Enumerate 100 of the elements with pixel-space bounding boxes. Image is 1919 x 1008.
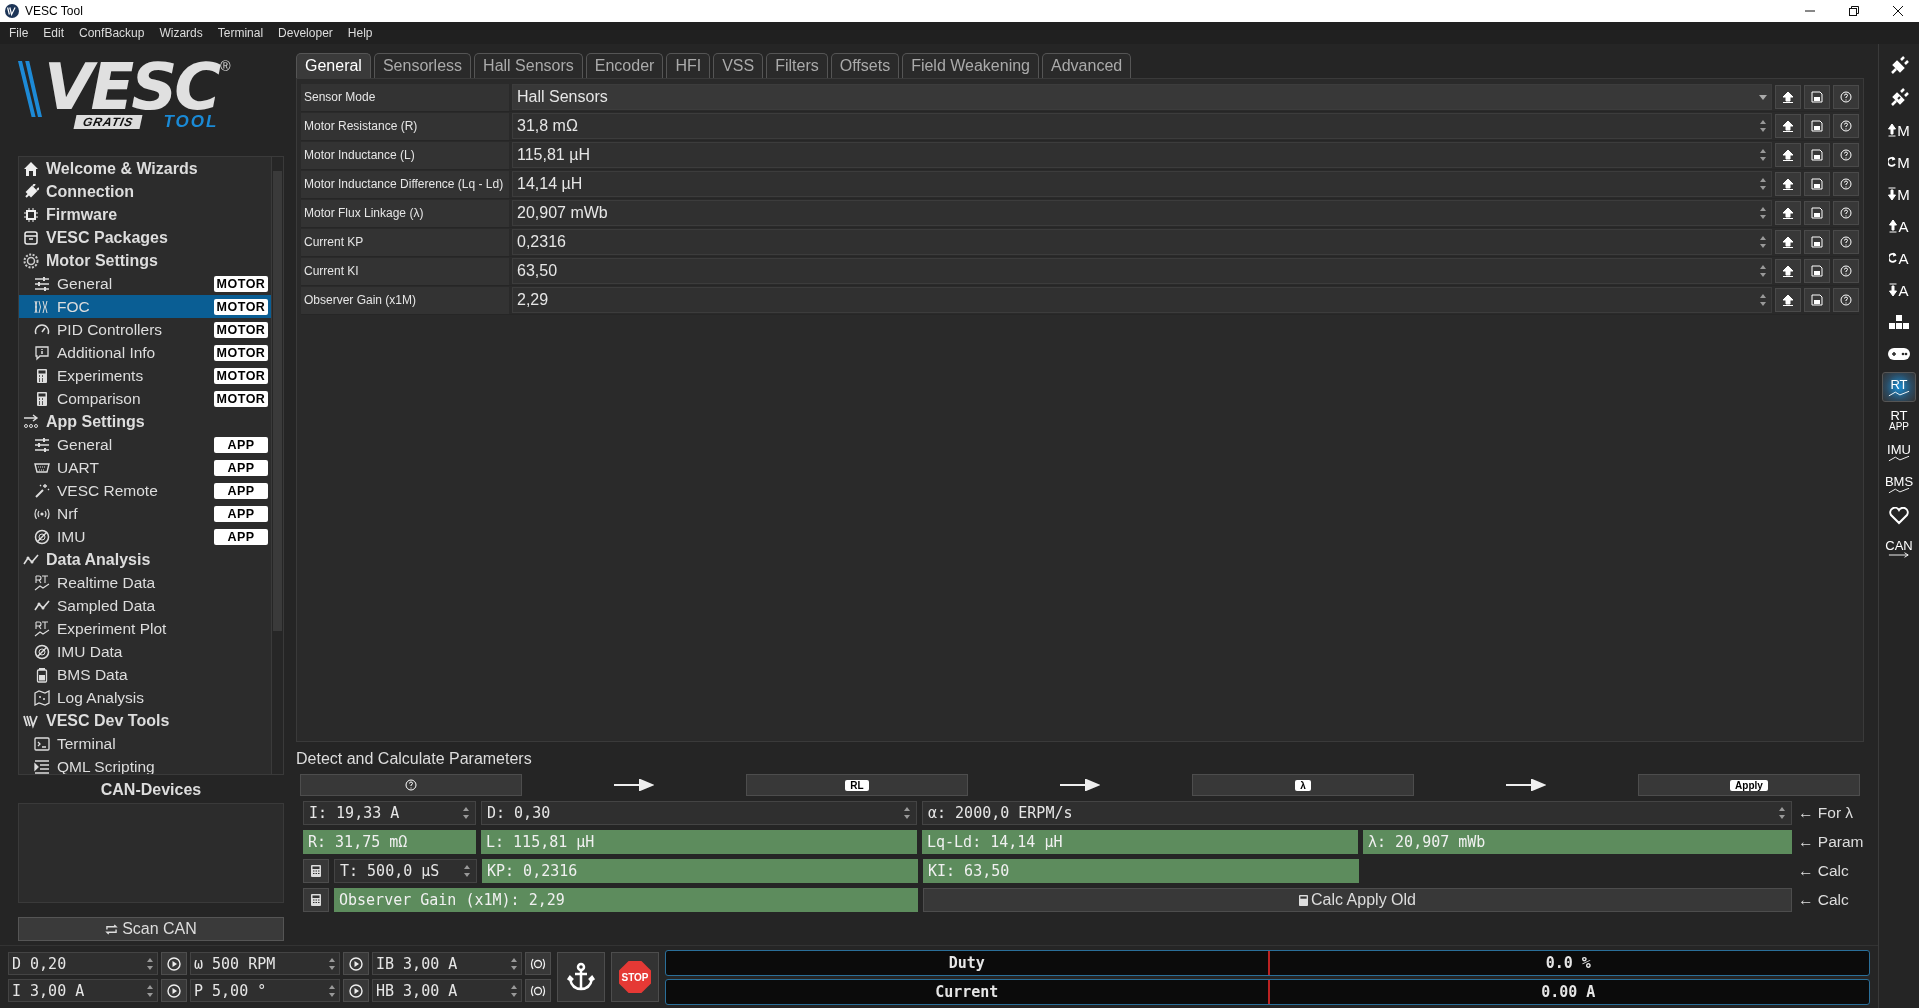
tab[interactable]: General bbox=[296, 53, 371, 78]
tab[interactable]: Offsets bbox=[830, 53, 900, 78]
tree-group-header[interactable]: Firmware bbox=[19, 203, 271, 226]
tab[interactable]: VSS bbox=[713, 53, 764, 78]
help-button[interactable] bbox=[1833, 288, 1859, 312]
detect-button[interactable]: RL bbox=[746, 774, 968, 796]
value-field[interactable]: 2,29 bbox=[512, 287, 1772, 313]
anchor-button[interactable] bbox=[557, 952, 605, 1002]
input-field[interactable]: D 0,20 bbox=[8, 952, 158, 975]
tree-item[interactable]: Nrf APP bbox=[19, 502, 271, 525]
tree-group-header[interactable]: Connection bbox=[19, 180, 271, 203]
tree-group-header[interactable]: Motor Settings bbox=[19, 249, 271, 272]
tab[interactable]: Filters bbox=[766, 53, 828, 78]
upload-button[interactable] bbox=[1775, 201, 1801, 225]
help-button[interactable] bbox=[1833, 143, 1859, 167]
tree-item[interactable]: VESC Remote APP bbox=[19, 479, 271, 502]
menu-item[interactable]: Developer bbox=[278, 26, 333, 40]
detect-button[interactable]: Apply bbox=[1638, 774, 1860, 796]
play-button[interactable] bbox=[343, 979, 369, 1002]
save-button[interactable] bbox=[1804, 114, 1830, 138]
tab[interactable]: Sensorless bbox=[373, 53, 472, 78]
menu-item[interactable]: Wizards bbox=[159, 26, 203, 40]
help-button[interactable] bbox=[1833, 230, 1859, 254]
stop-button[interactable]: STOP bbox=[611, 952, 659, 1002]
brake-button[interactable] bbox=[525, 979, 551, 1002]
calculator-button[interactable] bbox=[303, 888, 329, 912]
help-button[interactable] bbox=[1833, 172, 1859, 196]
save-button[interactable] bbox=[1804, 85, 1830, 109]
menu-item[interactable]: Help bbox=[347, 26, 373, 40]
tree-group-header[interactable]: VESC Packages bbox=[19, 226, 271, 249]
tab[interactable]: HFI bbox=[666, 53, 711, 78]
input-field[interactable]: P 5,00 ° bbox=[190, 979, 340, 1002]
tree-item[interactable]: IMU Data bbox=[19, 640, 271, 663]
tree-group-header[interactable]: Welcome & Wizards bbox=[19, 157, 271, 180]
save-button[interactable] bbox=[1804, 259, 1830, 283]
input-field[interactable]: I: 19,33 A bbox=[303, 801, 476, 825]
upload-button[interactable] bbox=[1775, 259, 1801, 283]
scrollbar[interactable] bbox=[271, 157, 283, 774]
input-field[interactable]: HB 3,00 A bbox=[372, 979, 522, 1002]
tree-item[interactable]: General APP bbox=[19, 433, 271, 456]
help-button[interactable] bbox=[1833, 114, 1859, 138]
play-button[interactable] bbox=[343, 952, 369, 975]
tree-item[interactable]: UART APP bbox=[19, 456, 271, 479]
input-field[interactable]: D: 0,30 bbox=[481, 801, 917, 825]
restore-icon[interactable] bbox=[1849, 6, 1859, 16]
value-field[interactable]: 0,2316 bbox=[512, 229, 1772, 255]
menu-item[interactable]: Edit bbox=[43, 26, 65, 40]
menu-item[interactable]: Terminal bbox=[217, 26, 264, 40]
tree-item[interactable]: IMU APP bbox=[19, 525, 271, 548]
calculator-button[interactable] bbox=[303, 859, 329, 883]
tree-item[interactable]: QML Scripting bbox=[19, 755, 271, 774]
graph-toolbar-icon[interactable]: RT bbox=[1882, 372, 1916, 402]
dropdown[interactable]: Hall Sensors bbox=[512, 84, 1772, 110]
tree-item[interactable]: General MOTOR bbox=[19, 272, 271, 295]
tree-item[interactable]: PID Controllers MOTOR bbox=[19, 318, 271, 341]
scan-button[interactable]: Scan CAN bbox=[18, 917, 284, 941]
brake-button[interactable] bbox=[525, 952, 551, 975]
detect-button[interactable]: λ bbox=[1192, 774, 1414, 796]
tree-group-header[interactable]: App Settings bbox=[19, 410, 271, 433]
value-field[interactable]: 20,907 mWb bbox=[512, 200, 1772, 226]
save-button[interactable] bbox=[1804, 201, 1830, 225]
tree-item[interactable]: Experiment Plot bbox=[19, 617, 271, 640]
tree-group-header[interactable]: Data Analysis bbox=[19, 548, 271, 571]
upload-button[interactable] bbox=[1775, 143, 1801, 167]
value-field[interactable]: 63,50 bbox=[512, 258, 1772, 284]
save-button[interactable] bbox=[1804, 172, 1830, 196]
tree-item[interactable]: Additional Info MOTOR bbox=[19, 341, 271, 364]
save-button[interactable] bbox=[1804, 288, 1830, 312]
tree-item[interactable]: Sampled Data bbox=[19, 594, 271, 617]
close-icon[interactable] bbox=[1893, 6, 1903, 16]
input-field[interactable]: I 3,00 A bbox=[8, 979, 158, 1002]
input-field[interactable]: IB 3,00 A bbox=[372, 952, 522, 975]
value-field[interactable]: 115,81 µH bbox=[512, 142, 1772, 168]
tree-item[interactable]: Realtime Data bbox=[19, 571, 271, 594]
calc-apply-button[interactable]: Calc Apply Old bbox=[923, 888, 1792, 912]
value-field[interactable]: 14,14 µH bbox=[512, 171, 1772, 197]
upload-button[interactable] bbox=[1775, 85, 1801, 109]
upload-button[interactable] bbox=[1775, 114, 1801, 138]
play-button[interactable] bbox=[161, 952, 187, 975]
upload-button[interactable] bbox=[1775, 288, 1801, 312]
tab[interactable]: Encoder bbox=[585, 53, 664, 78]
tab[interactable]: Field Weakening bbox=[902, 53, 1039, 78]
tree-item[interactable]: BMS Data bbox=[19, 663, 271, 686]
tree-item[interactable]: Terminal bbox=[19, 732, 271, 755]
input-field[interactable]: T: 500,0 µS bbox=[334, 859, 477, 883]
value-field[interactable]: 31,8 mΩ bbox=[512, 113, 1772, 139]
menu-item[interactable]: ConfBackup bbox=[79, 26, 145, 40]
help-button[interactable] bbox=[1833, 259, 1859, 283]
tree-item[interactable]: Comparison MOTOR bbox=[19, 387, 271, 410]
input-field[interactable]: α: 2000,0 ERPM/s bbox=[922, 801, 1792, 825]
upload-button[interactable] bbox=[1775, 172, 1801, 196]
tab[interactable]: Advanced bbox=[1042, 53, 1132, 78]
save-button[interactable] bbox=[1804, 230, 1830, 254]
tree-item[interactable]: Experiments MOTOR bbox=[19, 364, 271, 387]
menu-item[interactable]: File bbox=[9, 26, 29, 40]
tab[interactable]: Hall Sensors bbox=[474, 53, 583, 78]
tree-item[interactable]: Log Analysis bbox=[19, 686, 271, 709]
upload-button[interactable] bbox=[1775, 230, 1801, 254]
tree-group-header[interactable]: VESC Dev Tools bbox=[19, 709, 271, 732]
save-button[interactable] bbox=[1804, 143, 1830, 167]
